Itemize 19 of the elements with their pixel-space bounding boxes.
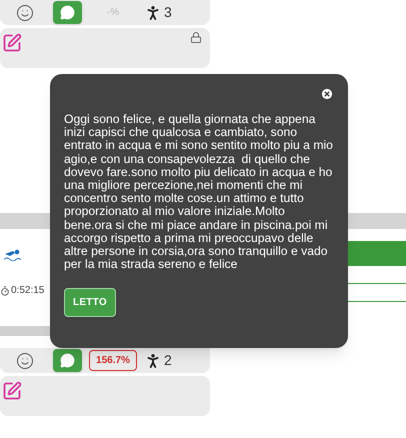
edit-icon[interactable] (2, 33, 22, 53)
speech-bubble-icon (60, 5, 75, 20)
comment-button[interactable] (53, 349, 82, 372)
edit-icon[interactable] (2, 381, 22, 401)
swimmer-icon (4, 249, 21, 261)
participant-count: 3 (164, 3, 172, 22)
lock-icon (190, 31, 202, 44)
smiley-icon[interactable] (16, 352, 34, 370)
speech-bubble-icon (60, 353, 75, 368)
stopwatch-icon (0, 286, 10, 296)
participant-count: 2 (164, 351, 172, 370)
percentage: -% (106, 6, 120, 20)
read-button[interactable]: LETTO (64, 288, 116, 318)
message-text: Oggi sono felice, e quella giornata che appena inizi capisci che qualcosa e cambiato, sono entrato in acqua e mi sono sentito molto piu a mio agio,e con una consapevolezza di quello che dovevo fare.sono molto piu delicato in acqua e ho una migliore percezione,nei momenti che mi concentro sento molte cose.un attimo e tutto proporzionato al mio valore iniziale.Molto bene.ora si che mi piace andare in piscina.poi mi accorgo rispetto a prima mi preoccupavo delle altre persone in corsia,ora sono tranquillo e vado per la mia strada sereno e felice (64, 113, 334, 272)
comment-button[interactable] (53, 1, 82, 24)
session-time: 0:52:15 (11, 284, 44, 298)
smiley-icon[interactable] (16, 4, 34, 22)
percentage: 156.7% (89, 350, 137, 371)
close-icon[interactable] (320, 87, 334, 101)
